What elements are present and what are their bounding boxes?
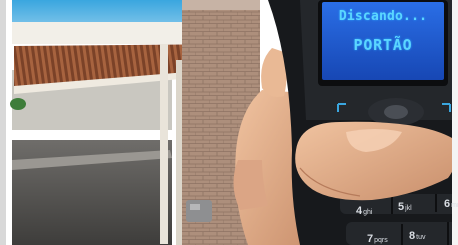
phone-screen-status: Discando... (338, 9, 428, 24)
key-7-number: 7 (367, 233, 374, 245)
key-6-letters: mno (451, 202, 458, 209)
keypad-key-7: 7pqrs (367, 229, 388, 245)
keypad-key-4: 4ghi (356, 201, 372, 219)
key-6-number: 6 (444, 198, 451, 210)
key-8-letters: tuv (416, 234, 426, 241)
key-5-number: 5 (398, 201, 405, 213)
keypad-key-5: 5jkl (398, 197, 412, 215)
key-7-letters: pqrs (374, 237, 388, 244)
phone-screen-contact: PORTÃO (353, 36, 413, 54)
key-5-letters: jkl (405, 205, 412, 212)
keypad-key-6: 6mno (444, 194, 458, 212)
key-4-letters: ghi (363, 209, 373, 216)
keypad-key-8: 8tuv (409, 226, 425, 244)
key-4-number: 4 (356, 205, 363, 217)
photo-scene: Discando... PORTÃO 4ghi 5jkl 6mno 7pqrs … (0, 0, 458, 245)
key-8-number: 8 (409, 230, 416, 242)
